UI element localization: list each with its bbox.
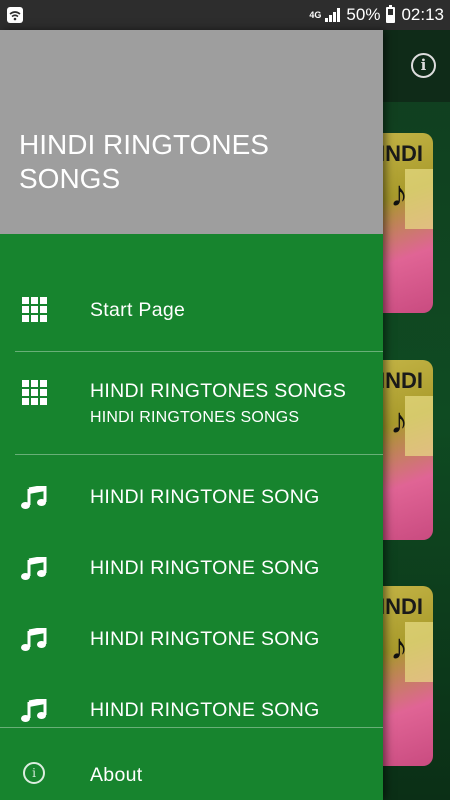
menu-item-song[interactable]: HINDI RINGTONE SONG [0,466,383,526]
music-note-icon [20,626,48,654]
menu-item-label: HINDI RINGTONE SONG [90,557,320,579]
grid-icon [20,378,48,406]
menu-item-hindi-ringtones-songs[interactable]: HINDI RINGTONES SONGS HINDI RINGTONES SO… [0,364,383,454]
menu-item-label: About [90,764,143,786]
music-note-icon: ♪ [390,626,408,667]
menu-item-about[interactable]: i About [0,728,383,800]
divider [15,454,383,455]
menu-item-label: Start Page [90,299,186,321]
info-icon[interactable]: i [411,53,436,78]
music-note-icon: ♪ [390,173,408,214]
music-note-icon [20,697,48,725]
drawer-header: HINDI RINGTONES SONGS [0,30,383,234]
music-note-icon: ♪ [390,400,408,441]
divider [15,351,383,352]
signal-icon [325,8,341,22]
battery-percentage: 50% [346,5,381,24]
clock: 02:13 [401,5,444,24]
network-type: 4G [309,9,322,20]
navigation-drawer: HINDI RINGTONES SONGS Start Page HINDI R… [0,30,383,800]
menu-item-start-page[interactable]: Start Page [0,274,383,344]
info-icon: i [20,759,48,787]
battery-icon [386,5,396,23]
music-note-icon [20,555,48,583]
menu-item-label: HINDI RINGTONE SONG [90,628,320,650]
grid-icon [20,295,48,323]
menu-item-song[interactable]: HINDI RINGTONE SONG [0,606,383,666]
music-note-icon [20,484,48,512]
menu-item-label: HINDI RINGTONE SONG [90,699,320,721]
status-bar: 4G 50% 02:13 [0,0,450,30]
menu-item-label: HINDI RINGTONES SONGS [90,380,347,402]
wifi-icon [6,6,24,24]
menu-item-song[interactable]: HINDI RINGTONE SONG [0,536,383,596]
menu-item-sublabel: HINDI RINGTONES SONGS [90,409,300,426]
drawer-title: HINDI RINGTONES SONGS [19,129,269,194]
menu-item-label: HINDI RINGTONE SONG [90,486,320,508]
